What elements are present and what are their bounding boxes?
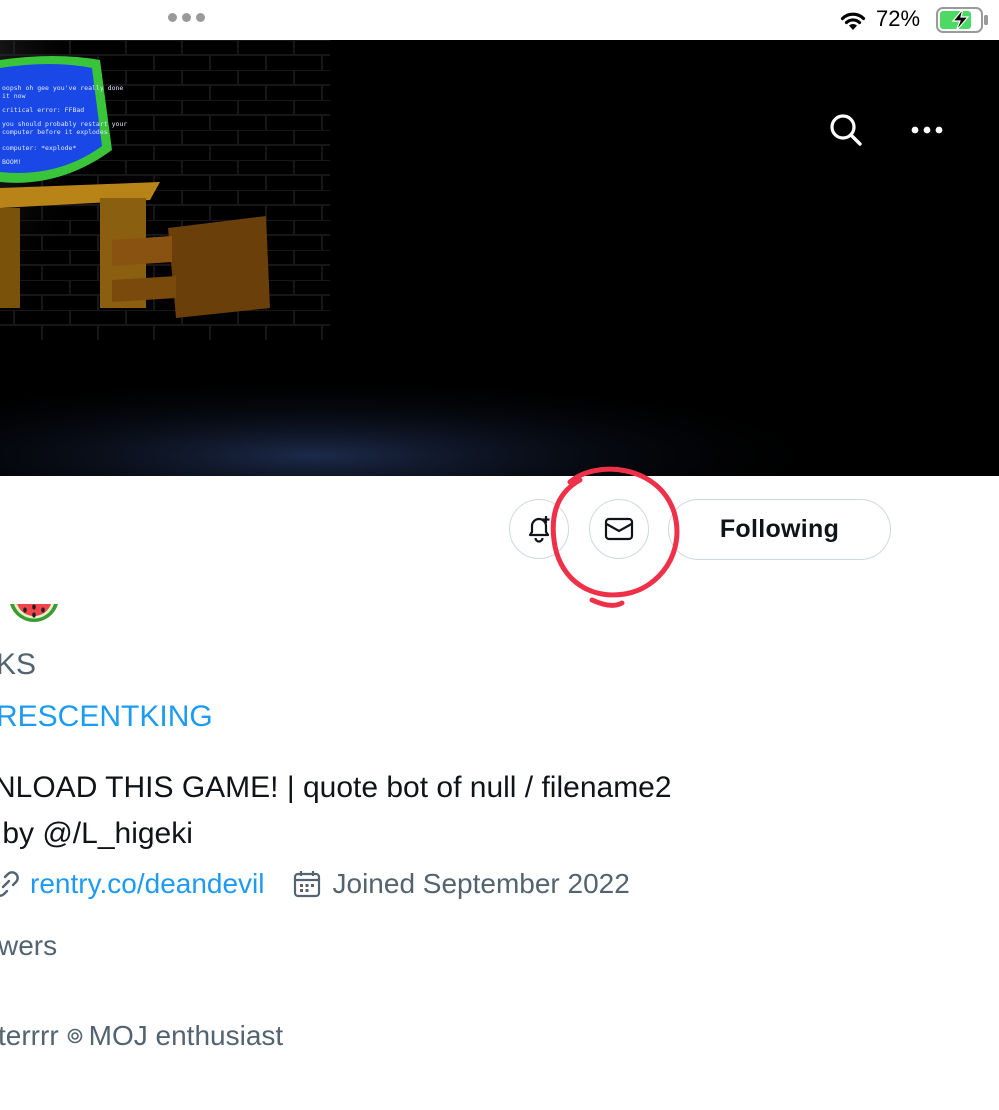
link-icon [0, 871, 19, 897]
banner-screen-line: BOOM! [2, 158, 22, 166]
affiliation-prefix: terrrr [0, 1020, 59, 1051]
banner-screen-line: critical error: FFBad [2, 106, 84, 114]
profile-banner[interactable]: oopsh oh gee you've really done it now c… [0, 40, 999, 476]
spiral-icon [67, 1028, 82, 1044]
more-options-button[interactable] [907, 110, 947, 150]
annotation-circle-mark [550, 466, 680, 608]
banner-screen-line: oopsh oh gee you've really done [2, 84, 123, 92]
bio-line-2[interactable]: by @/L_higeki [0, 817, 193, 850]
more-icon [911, 126, 943, 134]
status-bar: 72% [0, 0, 999, 40]
calendar-icon [293, 871, 320, 898]
banner-scene-image: oopsh oh gee you've really done it now c… [0, 40, 999, 476]
battery-percent: 72% [876, 6, 921, 31]
affiliation-text[interactable]: MOJ enthusiast [89, 1020, 284, 1052]
banner-screen-line: computer before it explodes [2, 128, 108, 136]
profile-bio: NLOAD THIS GAME! | quote bot of null / f… [0, 765, 672, 857]
following-button[interactable]: Following [668, 499, 891, 560]
followers-count[interactable]: wers [0, 930, 57, 962]
banner-screen-line: you should probably restart your [2, 120, 127, 128]
wifi-icon [840, 12, 866, 30]
bio-line-1: NLOAD THIS GAME! | quote bot of null / f… [0, 771, 672, 804]
battery-charging-icon [936, 7, 988, 33]
affiliation-line: terrrr MOJ enthusiast [0, 1020, 283, 1052]
banner-screen-line: it now [2, 92, 26, 100]
profile-linked-name[interactable]: RESCENTKING [0, 700, 213, 734]
profile-meta: rentry.co/deandevil Joined September 202… [0, 868, 630, 900]
multitask-dots-icon[interactable] [168, 13, 205, 22]
banner-screen-line: computer: *explode* [2, 144, 76, 152]
website-link[interactable]: rentry.co/deandevil [30, 868, 265, 900]
joined-date: Joined September 2022 [332, 868, 630, 899]
watermelon-emoji-icon [10, 604, 58, 622]
search-icon [830, 114, 862, 146]
search-button[interactable] [826, 110, 866, 150]
profile-handle: KS [0, 648, 37, 681]
